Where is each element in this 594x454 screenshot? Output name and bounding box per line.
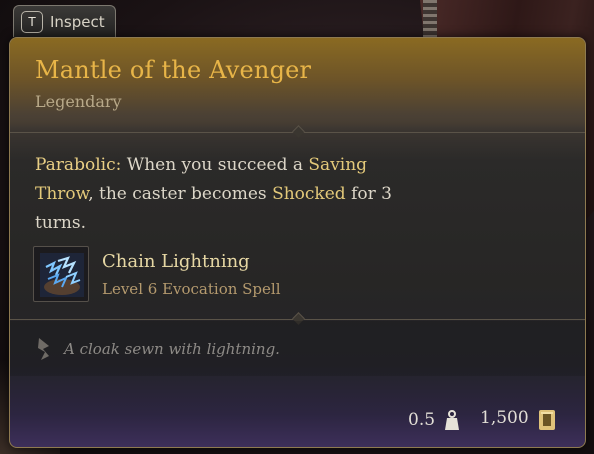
quill-icon bbox=[38, 338, 49, 360]
inspect-button[interactable]: T Inspect bbox=[13, 5, 116, 37]
header-divider bbox=[10, 125, 585, 138]
item-rarity: Legendary bbox=[35, 92, 122, 111]
passive-keyword: Parabolic: bbox=[35, 155, 122, 175]
flavor-divider bbox=[10, 312, 585, 325]
spell-level: Level 6 Evocation Spell bbox=[102, 280, 281, 298]
shocked-link[interactable]: Shocked bbox=[272, 184, 346, 204]
weight-icon bbox=[445, 410, 459, 430]
item-name: Mantle of the Avenger bbox=[35, 56, 312, 84]
chain-lightning-icon bbox=[33, 246, 89, 302]
weight-value: 0.5 bbox=[408, 410, 436, 430]
item-tooltip: Mantle of the Avenger Legendary Paraboli… bbox=[9, 37, 586, 448]
item-description: Parabolic: When you succeed a Saving Thr… bbox=[35, 155, 392, 233]
spell-entry[interactable]: Chain Lightning Level 6 Evocation Spell bbox=[33, 246, 333, 304]
inspect-key-badge: T bbox=[21, 10, 43, 33]
flavor-text: A cloak sewn with lightning. bbox=[64, 340, 280, 358]
inspect-label: Inspect bbox=[50, 12, 105, 31]
spell-name: Chain Lightning bbox=[102, 251, 250, 272]
tooltip-header bbox=[10, 38, 585, 130]
gold-icon bbox=[539, 410, 555, 430]
gold-value: 1,500 bbox=[480, 408, 529, 428]
